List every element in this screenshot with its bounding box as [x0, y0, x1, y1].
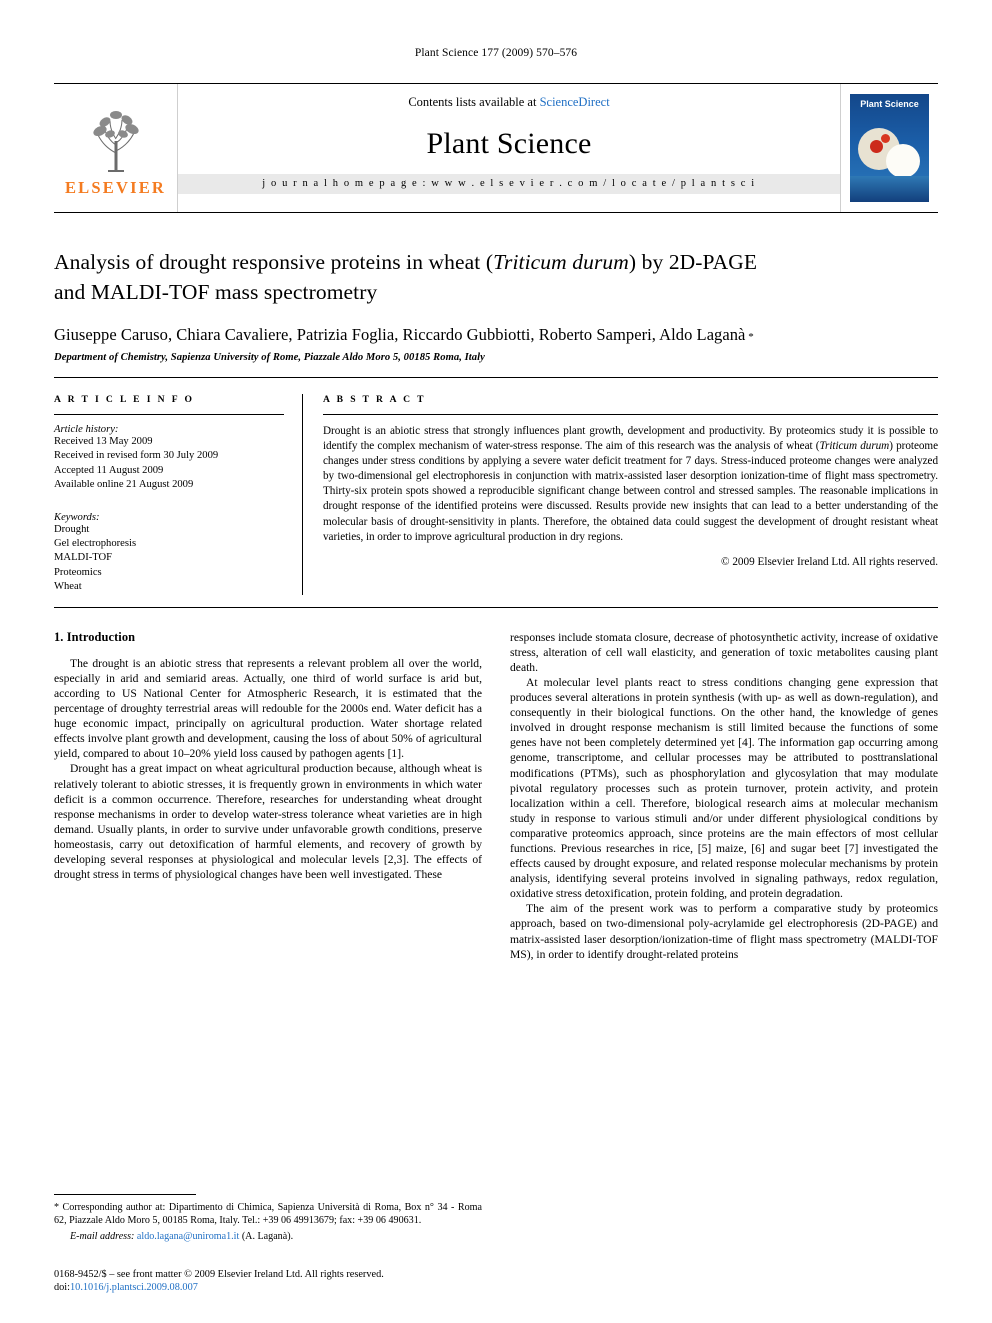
page-footer: 0168-9452/$ – see front matter © 2009 El… [54, 1268, 482, 1295]
doi-link[interactable]: 10.1016/j.plantsci.2009.08.007 [70, 1282, 198, 1293]
body-columns: 1. Introduction The drought is an abioti… [54, 630, 938, 962]
elsevier-tree-icon [92, 110, 139, 172]
paragraph-left-2: Drought has a great impact on wheat agri… [54, 762, 482, 882]
paragraph-left-1: The drought is an abiotic stress that re… [54, 656, 482, 761]
abstract-heading: A B S T R A C T [323, 394, 426, 405]
journal-cover: Plant Science [840, 84, 938, 212]
email-link[interactable]: aldo.lagana@uniroma1.it [137, 1231, 239, 1242]
issn-copyright-line: 0168-9452/$ – see front matter © 2009 El… [54, 1268, 384, 1280]
info-abstract-block: A R T I C L E I N F O Article history: R… [54, 394, 938, 595]
section-heading-introduction: 1. Introduction [54, 629, 136, 644]
divider-bottom [54, 606, 938, 608]
article-title-species: Triticum durum [493, 250, 629, 274]
history-revised: Received in revised form 30 July 2009 [54, 450, 219, 462]
sciencedirect-link[interactable]: ScienceDirect [540, 95, 610, 109]
corresponding-author-marker: * [745, 331, 754, 343]
cover-footer-band [850, 176, 929, 202]
cover-shape-4 [881, 134, 890, 143]
cover-shape-2 [886, 144, 920, 178]
page-title: Analysis of drought responsive proteins … [54, 247, 938, 307]
email-suffix: (A. Laganà). [241, 1230, 294, 1242]
article-title-line2: and MALDI-TOF mass spectrometry [54, 280, 378, 304]
contents-prefix: Contents lists available at [408, 95, 540, 109]
running-head: Plant Science 177 (2009) 570–576 [414, 47, 578, 59]
footnote-text: Corresponding author at: Dipartimento di… [54, 1201, 482, 1227]
doi-prefix: doi: [54, 1282, 71, 1294]
masthead-center: Contents lists available at ScienceDirec… [178, 84, 840, 212]
authors-text: Giuseppe Caruso, Chiara Cavaliere, Patri… [54, 325, 746, 344]
email-line: E-mail address: aldo.lagana@uniroma1.it … [54, 1230, 482, 1243]
abstract-copyright: © 2009 Elsevier Ireland Ltd. All rights … [721, 555, 938, 568]
footnote-divider [54, 1193, 196, 1195]
body-right-column: responses include stomata closure, decre… [510, 630, 938, 962]
journal-title: Plant Science [426, 127, 592, 160]
article-info-column: A R T I C L E I N F O Article history: R… [54, 394, 302, 595]
elsevier-wordmark: ELSEVIER [64, 177, 167, 197]
cover-image: Plant Science [850, 94, 929, 202]
divider-top [54, 377, 938, 378]
paragraph-right-1: responses include stomata closure, decre… [510, 630, 938, 674]
keyword-4: Proteomics [54, 566, 102, 578]
email-label: E-mail address: [70, 1230, 135, 1242]
history-online: Available online 21 August 2009 [54, 479, 194, 491]
elsevier-logo: ELSEVIER [54, 84, 178, 212]
history-received: Received 13 May 2009 [54, 436, 153, 447]
abstract-column: A B S T R A C T Drought is an abiotic st… [302, 394, 938, 595]
article-info-rule [54, 414, 284, 415]
cover-title: Plant Science [860, 99, 919, 109]
doi-line: doi:10.1016/j.plantsci.2009.08.007 [54, 1281, 482, 1295]
keyword-1: Drought [54, 523, 90, 535]
paragraph-right-3: The aim of the present work was to perfo… [510, 902, 938, 961]
journal-masthead: ELSEVIER Contents lists available at Sci… [54, 83, 938, 213]
abstract-rule [323, 414, 938, 415]
article-page: Plant Science 177 (2009) 570–576 ELSEVIE… [0, 0, 992, 1323]
keyword-5: Wheat [54, 581, 82, 593]
keyword-3: MALDI-TOF [54, 552, 113, 564]
affiliation: Department of Chemistry, Sapienza Univer… [54, 352, 485, 363]
abstract-text: Drought is an abiotic stress that strong… [323, 425, 938, 543]
footnote-marker: * [54, 1201, 60, 1213]
journal-homepage-bar[interactable]: j o u r n a l h o m e p a g e : w w w . … [178, 174, 840, 194]
keyword-2: Gel electrophoresis [54, 538, 137, 550]
author-list: Giuseppe Caruso, Chiara Cavaliere, Patri… [54, 325, 938, 345]
body-left-column: 1. Introduction The drought is an abioti… [54, 630, 482, 962]
article-title-line1-a: Analysis of drought responsive proteins … [54, 250, 494, 274]
corresponding-author-footnote: * Corresponding author at: Dipartimento … [54, 1201, 482, 1228]
paragraph-right-2: At molecular level plants react to stres… [510, 675, 938, 901]
keywords-title: Keywords: [54, 511, 100, 523]
article-title-line1-b: ) by 2D-PAGE [628, 250, 758, 274]
contents-available-line: Contents lists available at ScienceDirec… [408, 95, 609, 110]
cover-shape-3 [870, 140, 883, 153]
article-history-title: Article history: [54, 424, 119, 435]
article-info-heading: A R T I C L E I N F O [54, 394, 195, 405]
footnote-block: * Corresponding author at: Dipartimento … [54, 1193, 482, 1243]
history-accepted: Accepted 11 August 2009 [54, 464, 164, 476]
